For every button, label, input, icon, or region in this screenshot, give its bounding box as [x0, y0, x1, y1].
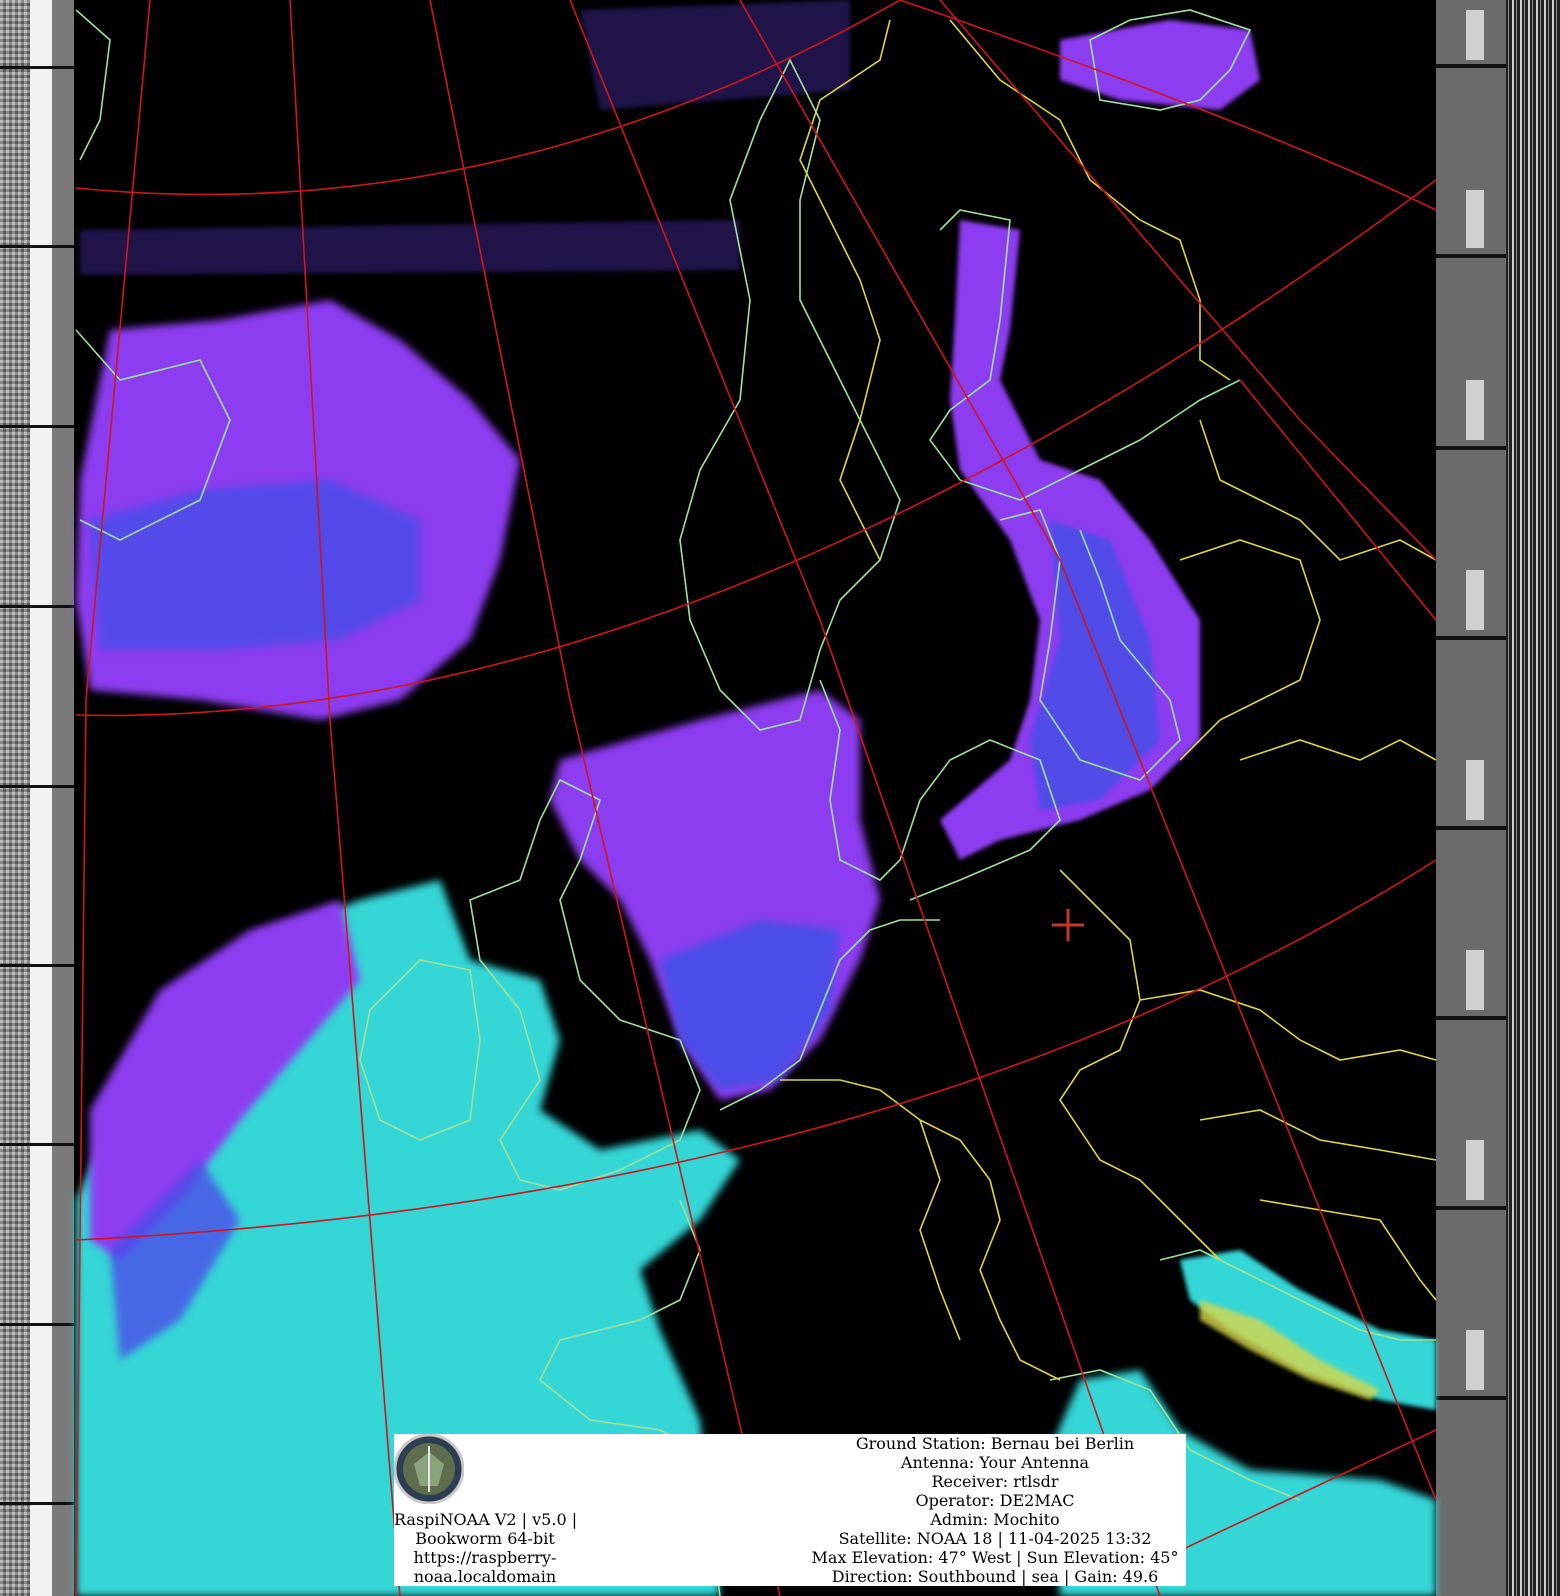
station-logo-icon [394, 1434, 464, 1504]
elevation-line: Max Elevation: 47° West | Sun Elevation:… [811, 1548, 1179, 1567]
receiver-line: Receiver: rtlsdr [931, 1472, 1059, 1491]
ground-station-line: Ground Station: Bernau bei Berlin [855, 1434, 1135, 1453]
operator-line: Operator: DE2MAC [915, 1491, 1075, 1510]
url-line-1: https://raspberry- [413, 1548, 557, 1567]
left-telemetry-strip [0, 0, 74, 1596]
antenna-line: Antenna: Your Antenna [900, 1453, 1090, 1472]
os-line: Bookworm 64-bit [415, 1529, 555, 1548]
info-panel: RaspiNOAA V2 | v5.0 | Bookworm 64-bit ht… [394, 1434, 1186, 1586]
satellite-map [0, 0, 1560, 1596]
pass-details: Ground Station: Bernau bei Berlin Antenn… [804, 1434, 1186, 1586]
software-info: RaspiNOAA V2 | v5.0 | Bookworm 64-bit ht… [394, 1434, 578, 1586]
satellite-line: Satellite: NOAA 18 | 11-04-2025 13:32 [838, 1529, 1152, 1548]
software-line: RaspiNOAA V2 | v5.0 | [394, 1510, 578, 1529]
url-line-2: noaa.localdomain [413, 1567, 557, 1586]
right-telemetry-strip [1436, 0, 1560, 1596]
admin-line: Admin: Mochito [930, 1510, 1060, 1529]
satellite-image: RaspiNOAA V2 | v5.0 | Bookworm 64-bit ht… [0, 0, 1560, 1596]
direction-line: Direction: Southbound | sea | Gain: 49.6 [831, 1567, 1159, 1586]
software-text: RaspiNOAA V2 | v5.0 | Bookworm 64-bit ht… [394, 1510, 578, 1586]
